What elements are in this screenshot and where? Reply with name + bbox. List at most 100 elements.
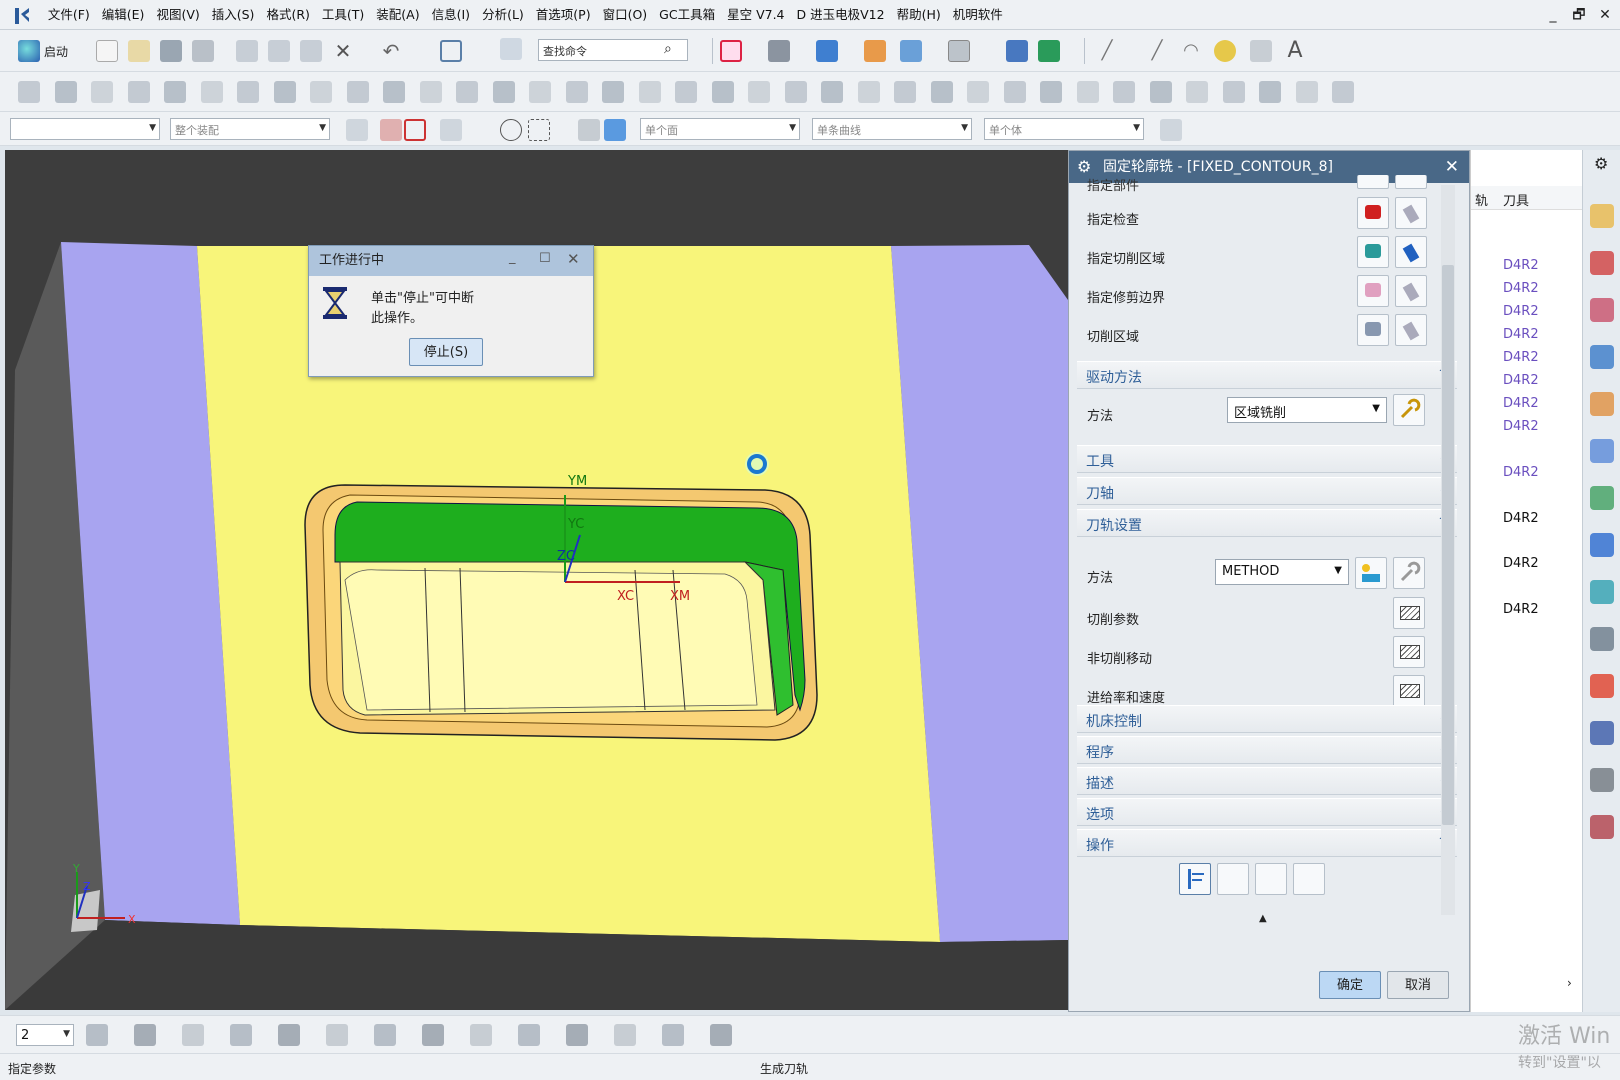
menu-item[interactable]: 视图(V)	[150, 0, 205, 30]
snap-point-icon[interactable]	[404, 119, 426, 141]
tube-icon[interactable]	[1186, 81, 1208, 103]
progress-maximize-icon[interactable]: ☐	[539, 251, 551, 266]
select-options-icon[interactable]	[1160, 119, 1182, 141]
dialog-close-icon[interactable]: ✕	[1445, 151, 1459, 183]
constraint-nav-icon[interactable]	[1590, 251, 1614, 275]
extrude-icon[interactable]	[164, 81, 186, 103]
pad-icon[interactable]	[711, 81, 734, 103]
move-icon[interactable]	[1040, 81, 1062, 103]
edit-section-icon[interactable]	[1038, 40, 1060, 62]
cut-region-icon[interactable]	[1357, 314, 1389, 346]
menu-item[interactable]: 帮助(H)	[891, 0, 947, 30]
non-cut-moves-icon[interactable]	[1393, 636, 1425, 668]
menu-item[interactable]: D 进玉电极V12	[791, 0, 891, 30]
assembly-nav-icon[interactable]	[1590, 204, 1614, 228]
menu-item[interactable]: 格式(R)	[260, 0, 315, 30]
scroll-right-icon[interactable]: ›	[1567, 976, 1572, 990]
cut-params-icon[interactable]	[1393, 597, 1425, 629]
pocket-icon[interactable]	[675, 81, 697, 103]
cut-icon[interactable]	[236, 40, 258, 62]
crosshair-icon[interactable]	[518, 1024, 540, 1046]
thread-icon[interactable]	[1149, 81, 1172, 103]
layer-settings-icon[interactable]	[86, 1024, 108, 1046]
part-nav-icon[interactable]	[1590, 298, 1614, 322]
point-icon[interactable]	[91, 81, 113, 103]
layer-icon[interactable]	[864, 40, 886, 62]
revolve-icon[interactable]	[127, 81, 150, 103]
subtract-icon[interactable]	[383, 81, 405, 103]
ruler-icon[interactable]	[422, 1024, 444, 1046]
flashlight-display-icon[interactable]	[1395, 275, 1427, 307]
trim-icon[interactable]	[894, 81, 916, 103]
prev-icon[interactable]	[273, 81, 296, 103]
list-icon[interactable]	[1293, 863, 1325, 895]
tool-cell[interactable]: D4R2	[1503, 304, 1539, 319]
ok-button[interactable]: 确定	[1319, 971, 1381, 999]
fit-view-icon[interactable]	[720, 40, 742, 62]
menu-item[interactable]: 文件(F)	[42, 0, 96, 30]
cut-area-icon[interactable]	[1357, 236, 1389, 268]
tool-section[interactable]: 工具⌄	[1077, 445, 1457, 473]
tool-cell[interactable]: D4R2	[1503, 258, 1539, 273]
system-icon[interactable]	[1590, 768, 1614, 792]
flashlight-display-icon[interactable]	[1395, 197, 1427, 229]
layer-visible-icon[interactable]	[134, 1024, 156, 1046]
emboss-icon[interactable]	[1222, 81, 1245, 103]
feeds-speeds-icon[interactable]	[1393, 675, 1425, 707]
menu-item[interactable]: 分析(L)	[476, 0, 530, 30]
tool-cell[interactable]: D4R2	[1503, 396, 1539, 411]
line-icon[interactable]: ╱	[1096, 40, 1118, 62]
machine-tool-icon[interactable]	[1590, 392, 1614, 416]
menu-item[interactable]: GC工具箱	[653, 0, 721, 30]
body-rule-combo[interactable]: 单个体 ▼	[984, 118, 1144, 140]
move-layer-icon[interactable]	[182, 1024, 204, 1046]
mirror-icon[interactable]	[967, 81, 989, 103]
verify-icon[interactable]	[1255, 863, 1287, 895]
cancel-button[interactable]: 取消	[1387, 971, 1449, 999]
intersect-icon[interactable]	[419, 81, 442, 103]
menu-item[interactable]: 信息(I)	[426, 0, 476, 30]
snap2-icon[interactable]	[440, 119, 462, 141]
path-method-select[interactable]: METHOD ▼	[1215, 559, 1349, 585]
solid-icon[interactable]	[578, 119, 600, 141]
measure-icon[interactable]	[1214, 40, 1236, 62]
menu-item[interactable]: 插入(S)	[206, 0, 261, 30]
info-icon[interactable]	[500, 38, 522, 60]
back-icon[interactable]	[200, 81, 223, 103]
hole-icon[interactable]	[602, 81, 624, 103]
body-icon[interactable]	[604, 119, 626, 141]
datum-icon[interactable]	[54, 81, 77, 103]
part-select-icon[interactable]	[1357, 175, 1389, 189]
collapsed-section[interactable]: 选项⌄	[1077, 798, 1457, 826]
assembly-scope-combo[interactable]: 整个装配 ▼	[170, 118, 330, 140]
arc-icon[interactable]: ◠	[1180, 40, 1202, 62]
render-icon[interactable]	[470, 1024, 492, 1046]
method-create-icon[interactable]	[1355, 557, 1387, 589]
boss-icon[interactable]	[638, 81, 661, 103]
work-layer-combo[interactable]: 2 ▼	[16, 1024, 74, 1046]
start-icon[interactable]	[18, 40, 40, 62]
collapsed-section[interactable]: 程序⌄	[1077, 736, 1457, 764]
progress-minimize-icon[interactable]: _	[509, 250, 516, 265]
menu-item[interactable]: 首选项(P)	[530, 0, 597, 30]
blend-icon[interactable]	[456, 81, 478, 103]
chamfer-icon[interactable]	[492, 81, 515, 103]
path-settings-section[interactable]: 刀轨设置^	[1077, 509, 1457, 537]
copy-icon[interactable]	[268, 40, 290, 62]
delete-icon[interactable]: ✕	[332, 40, 354, 62]
generate-toolpath-icon[interactable]	[1179, 863, 1211, 895]
dialog-scrollbar[interactable]	[1441, 185, 1455, 915]
start-label[interactable]: 启动	[44, 43, 68, 60]
note-icon[interactable]	[1250, 40, 1272, 62]
pattern-icon[interactable]	[1003, 81, 1026, 103]
unite-icon[interactable]	[346, 81, 369, 103]
open-file-icon[interactable]	[128, 40, 150, 62]
progress-close-icon[interactable]: ✕	[567, 250, 580, 268]
replay-icon[interactable]	[1217, 863, 1249, 895]
thicken-icon[interactable]	[821, 81, 843, 103]
new-file-icon[interactable]	[96, 40, 118, 62]
save-icon[interactable]	[160, 40, 182, 62]
patch-icon[interactable]	[1259, 81, 1281, 103]
tool-cell[interactable]: D4R2	[1503, 327, 1539, 342]
fixture-icon[interactable]	[566, 1024, 588, 1046]
